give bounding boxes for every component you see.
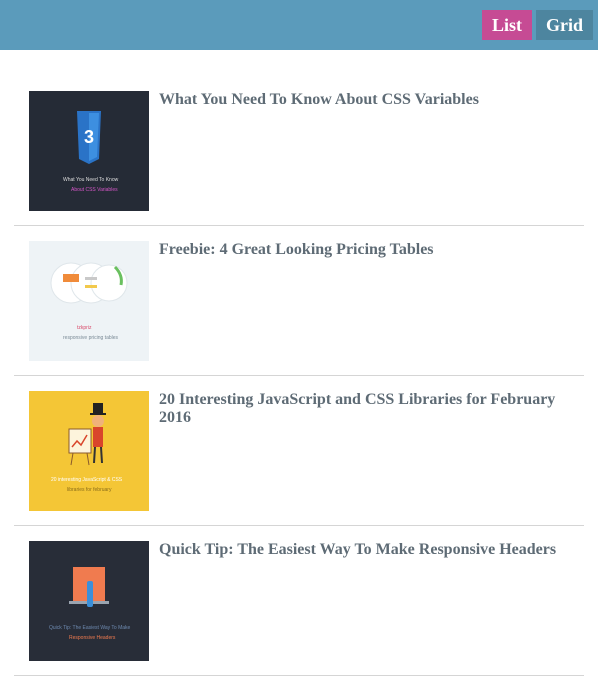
css3-shield-icon: 3	[77, 111, 101, 164]
list-view-button[interactable]: List	[481, 10, 532, 40]
article-thumbnail[interactable]: tzkpriz responsive pricing tables	[29, 241, 149, 361]
grid-view-button[interactable]: Grid	[535, 10, 593, 40]
list-item[interactable]: tzkpriz responsive pricing tables Freebi…	[14, 226, 584, 376]
list-item[interactable]: Quick Tip: The Easiest Way To Make Respo…	[14, 526, 584, 676]
svg-text:3: 3	[84, 127, 94, 147]
list-item[interactable]: 20 interesting JavaScript & CSS librarie…	[14, 376, 584, 526]
thumbnail-caption: Quick Tip: The Easiest Way To Make	[49, 625, 131, 631]
top-bar: List Grid	[0, 0, 598, 50]
laptop-header-icon	[69, 567, 109, 607]
pricing-tables-icon	[50, 262, 128, 304]
article-title[interactable]: Quick Tip: The Easiest Way To Make Respo…	[159, 541, 556, 559]
article-list: 3 What You Need To Know About CSS Variab…	[14, 76, 584, 676]
thumbnail-caption: What You Need To Know	[63, 177, 119, 183]
article-title[interactable]: Freebie: 4 Great Looking Pricing Tables	[159, 241, 434, 259]
thumbnail-caption: responsive pricing tables	[63, 335, 119, 341]
thumbnail-caption: libraries for february	[67, 487, 112, 493]
article-title[interactable]: 20 Interesting JavaScript and CSS Librar…	[159, 391, 584, 427]
article-thumbnail[interactable]: 3 What You Need To Know About CSS Variab…	[29, 91, 149, 211]
thumbnail-caption: About CSS Variables	[71, 187, 118, 193]
thumbnail-caption: Responsive Headers	[69, 635, 116, 641]
guide-character-icon	[68, 403, 106, 466]
article-thumbnail[interactable]: 20 interesting JavaScript & CSS librarie…	[29, 391, 149, 511]
thumbnail-caption: tzkpriz	[77, 325, 92, 331]
list-item[interactable]: 3 What You Need To Know About CSS Variab…	[14, 76, 584, 226]
article-title[interactable]: What You Need To Know About CSS Variable…	[159, 91, 479, 109]
thumbnail-caption: 20 interesting JavaScript & CSS	[51, 477, 123, 483]
article-thumbnail[interactable]: Quick Tip: The Easiest Way To Make Respo…	[29, 541, 149, 661]
